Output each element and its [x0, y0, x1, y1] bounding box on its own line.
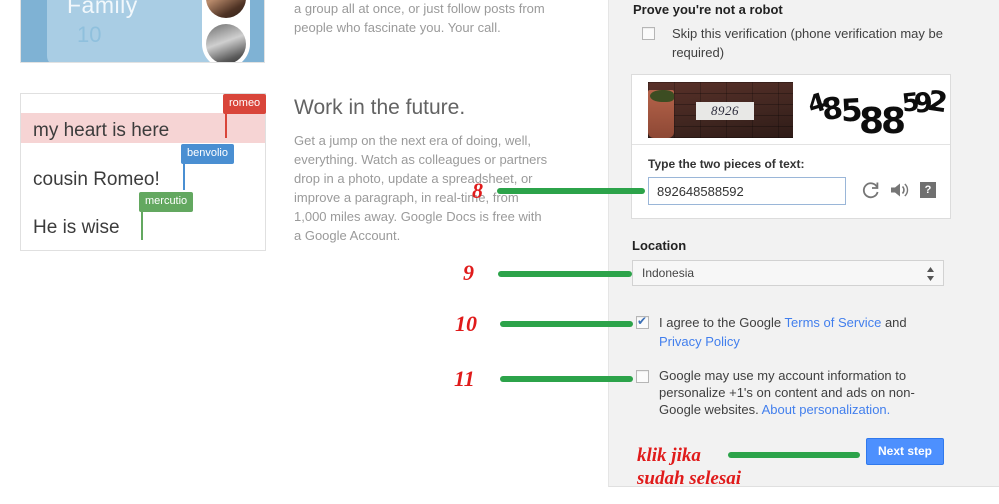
avatar — [206, 24, 246, 62]
terms-of-service-link[interactable]: Terms of Service — [785, 315, 882, 330]
captcha-image-row: 8926 4 8 5 8 8 5 9 2 — [632, 75, 950, 145]
captcha-street-photo: 8926 — [648, 82, 793, 138]
house-number-plate: 8926 — [696, 102, 754, 120]
audio-icon[interactable] — [888, 179, 910, 201]
robot-heading: Prove you're not a robot — [633, 2, 783, 17]
about-personalization-link[interactable]: About personalization. — [762, 402, 891, 417]
annotation-number-10: 10 — [455, 311, 477, 336]
circle-avatar-group — [202, 0, 250, 62]
terms-text-before: I agree to the Google — [659, 315, 785, 330]
annotation-line-9 — [498, 271, 632, 277]
annotation-line-8 — [497, 188, 645, 194]
terms-text: I agree to the Google Terms of Service a… — [659, 313, 949, 351]
collaborator-tag-label: romeo — [223, 94, 267, 114]
doc-line-3: He is wise — [33, 217, 120, 238]
refresh-icon[interactable] — [860, 179, 882, 201]
tag-stem — [141, 210, 143, 240]
annotation-note-line-1: klik jika — [637, 445, 701, 466]
chevron-updown-icon — [926, 265, 935, 283]
location-select[interactable]: Indonesia — [632, 260, 944, 286]
captcha-card: 8926 4 8 5 8 8 5 9 2 Type the two pieces… — [631, 74, 951, 219]
captcha-glyph: 2 — [925, 83, 949, 120]
next-step-button[interactable]: Next step — [866, 438, 944, 465]
location-selected-value: Indonesia — [642, 266, 695, 280]
flower-pot — [648, 90, 674, 138]
lead-paragraph: a group all at once, or just follow post… — [294, 1, 545, 35]
google-plus-circle-image: Family 10 — [20, 0, 265, 63]
circle-image-inner: Family 10 — [21, 0, 264, 62]
personalization-checkbox[interactable] — [636, 370, 649, 383]
circle-name-label: Family — [67, 0, 138, 18]
annotation-line-next-step — [728, 452, 860, 458]
terms-text-middle: and — [881, 315, 907, 330]
annotation-number-8: 8 — [472, 178, 483, 203]
avatar — [206, 0, 246, 18]
lead-paragraph-block: a group all at once, or just follow post… — [294, 0, 550, 37]
captcha-distorted-text: 4 8 5 8 8 5 9 2 — [804, 79, 949, 142]
annotation-number-9: 9 — [463, 260, 474, 285]
help-icon[interactable]: ? — [920, 182, 936, 198]
skip-verification-label: Skip this verification (phone verificati… — [672, 26, 943, 60]
captcha-glyph: 8 — [859, 101, 884, 142]
doc-collaboration-preview: my heart is here romeo cousin Romeo! ben… — [20, 93, 267, 251]
annotation-line-10 — [500, 321, 633, 327]
annotation-line-11 — [500, 376, 633, 382]
doc-line-1: my heart is here — [33, 120, 170, 141]
personalization-text: Google may use my account information to… — [659, 367, 951, 418]
privacy-policy-link[interactable]: Privacy Policy — [659, 334, 740, 349]
tag-stem — [225, 112, 227, 138]
terms-checkbox[interactable] — [636, 314, 649, 329]
collaborator-tag-label: benvolio — [181, 144, 234, 164]
captcha-input[interactable] — [648, 177, 846, 205]
tag-stem — [183, 162, 185, 190]
skip-verification-checkbox[interactable] — [642, 27, 655, 40]
circle-member-count: 10 — [77, 22, 102, 47]
annotation-number-11: 11 — [454, 366, 475, 391]
annotation-note-line-2: sudah selesai — [637, 468, 741, 489]
plant-leaf — [650, 90, 674, 102]
section-heading: Work in the future. — [294, 96, 466, 119]
location-label: Location — [632, 238, 687, 253]
collaborator-tag-label: mercutio — [139, 192, 194, 212]
doc-line-2: cousin Romeo! — [33, 169, 160, 190]
captcha-prompt: Type the two pieces of text: — [648, 157, 805, 171]
